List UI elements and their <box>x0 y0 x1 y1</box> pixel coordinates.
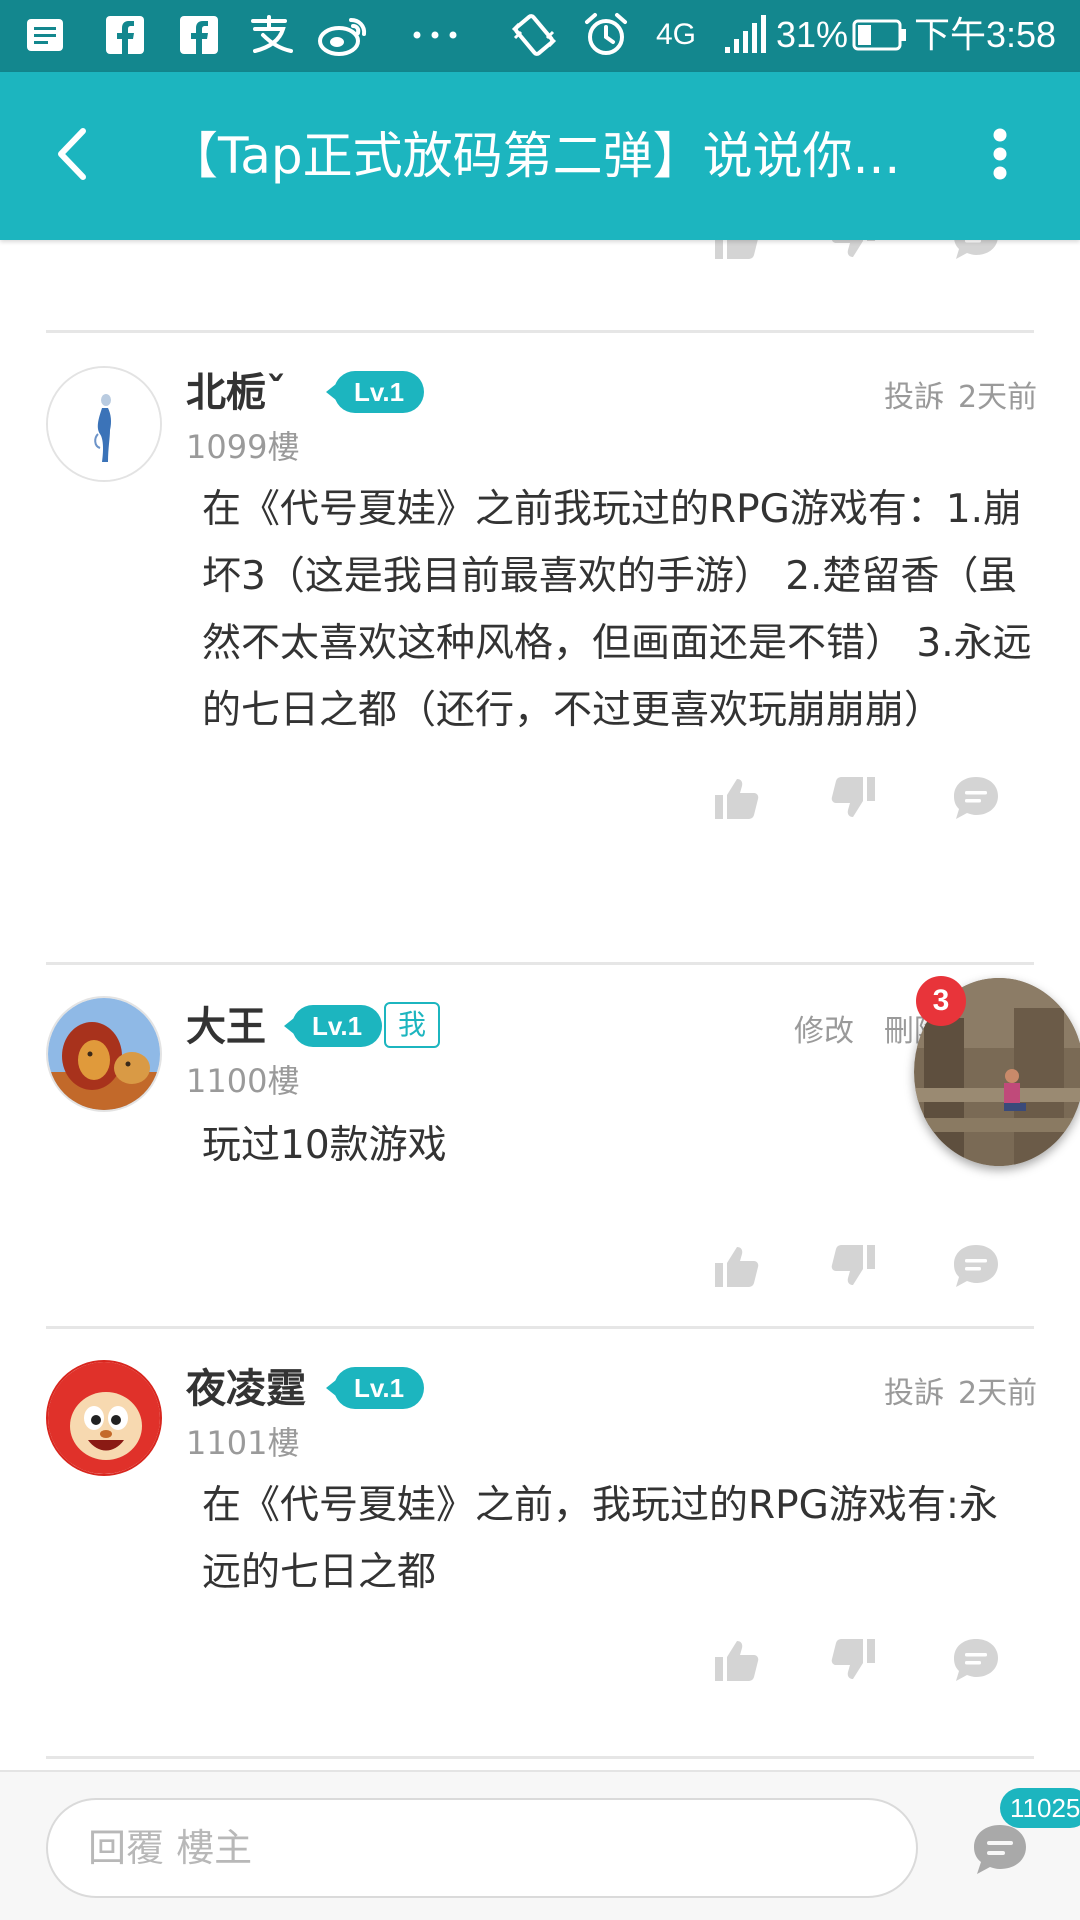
username[interactable]: 大王 <box>186 994 266 1052</box>
username[interactable]: 夜凌霆 <box>186 1356 306 1414</box>
like-icon[interactable] <box>708 1632 764 1688</box>
dislike-icon[interactable] <box>826 1632 882 1688</box>
like-icon[interactable] <box>708 1238 764 1294</box>
edit-button[interactable]: 修改 <box>794 1006 854 1050</box>
comment-item: 夜凌霆 Lv.1 1101樓 投訴 2天前 在《代号夏娃》之前，我玩过的RPG游… <box>0 1326 1080 1756</box>
level-badge: Lv.1 <box>283 1005 383 1047</box>
comment-item: 北栀ˇ Lv.1 1099樓 投訴 2天前 在《代号夏娃》之前我玩过的RPG游戏… <box>0 330 1080 966</box>
level-badge: Lv.1 <box>325 371 425 413</box>
page-title: 【Tap正式放码第二弹】说说你... <box>168 127 901 185</box>
comment-item: 大王 Lv.1 我 1100樓 修改 刪除 玩过10款游戏 <box>0 962 1080 1326</box>
report-button[interactable]: 投訴 <box>884 1368 944 1412</box>
dislike-icon[interactable] <box>826 770 882 826</box>
more-dots-icon <box>410 12 460 58</box>
dislike-icon[interactable] <box>826 1238 882 1294</box>
status-bar: 4G 31% 下午3:58 <box>0 0 1080 72</box>
facebook-icon <box>104 12 146 58</box>
vibrate-icon <box>508 12 560 58</box>
avatar[interactable] <box>46 1360 162 1476</box>
bottom-bar: 回覆 樓主 11025 <box>0 1770 1080 1920</box>
clock: 下午3:58 <box>914 14 1057 55</box>
avatar[interactable] <box>46 366 162 482</box>
floor-number: 1099樓 <box>186 428 300 466</box>
more-vertical-icon <box>992 127 1008 185</box>
reply-icon[interactable] <box>948 240 1004 266</box>
battery-percent: 31% <box>776 14 849 55</box>
like-icon[interactable] <box>708 240 764 266</box>
comments-button[interactable] <box>966 1818 1034 1886</box>
like-icon[interactable] <box>708 770 764 826</box>
overflow-menu-button[interactable] <box>970 114 1030 198</box>
battery-icon <box>852 12 908 58</box>
comment-text: 在《代号夏娃》之前，我玩过的RPG游戏有:永远的七日之都 <box>202 1483 998 1595</box>
me-badge: 我 <box>384 1002 441 1048</box>
comment-icon <box>970 1821 1030 1883</box>
comment-count-badge: 11025 <box>1000 1788 1080 1828</box>
weibo-icon <box>316 12 370 58</box>
notification-badge: 3 <box>916 976 966 1026</box>
dislike-icon[interactable] <box>826 240 882 266</box>
avatar[interactable] <box>46 996 162 1112</box>
comment-text: 玩过10款游戏 <box>202 1123 447 1168</box>
facebook-icon <box>178 12 220 58</box>
news-icon <box>24 12 66 58</box>
alipay-icon <box>246 12 296 58</box>
post-time: 2天前 <box>958 380 1038 415</box>
reply-icon[interactable] <box>948 1238 1004 1294</box>
username[interactable]: 北栀ˇ <box>186 360 286 418</box>
chevron-left-icon <box>55 127 89 185</box>
comment-text: 在《代号夏娃》之前我玩过的RPG游戏有：1.崩坏3（这是我目前最喜欢的手游） 2… <box>202 487 1032 733</box>
floor-number: 1101樓 <box>186 1424 300 1462</box>
level-badge: Lv.1 <box>325 1367 425 1409</box>
floor-number: 1100樓 <box>186 1062 300 1100</box>
app-bar: 【Tap正式放码第二弹】说说你... <box>0 72 1080 240</box>
reply-icon[interactable] <box>948 770 1004 826</box>
alarm-icon <box>582 12 630 58</box>
reply-icon[interactable] <box>948 1632 1004 1688</box>
back-button[interactable] <box>30 114 114 198</box>
report-button[interactable]: 投訴 <box>884 372 944 416</box>
reply-input[interactable]: 回覆 樓主 <box>46 1798 918 1898</box>
divider <box>46 1756 1034 1759</box>
signal-icon <box>722 12 768 58</box>
network-type: 4G <box>656 18 697 51</box>
post-time: 2天前 <box>958 1376 1038 1411</box>
